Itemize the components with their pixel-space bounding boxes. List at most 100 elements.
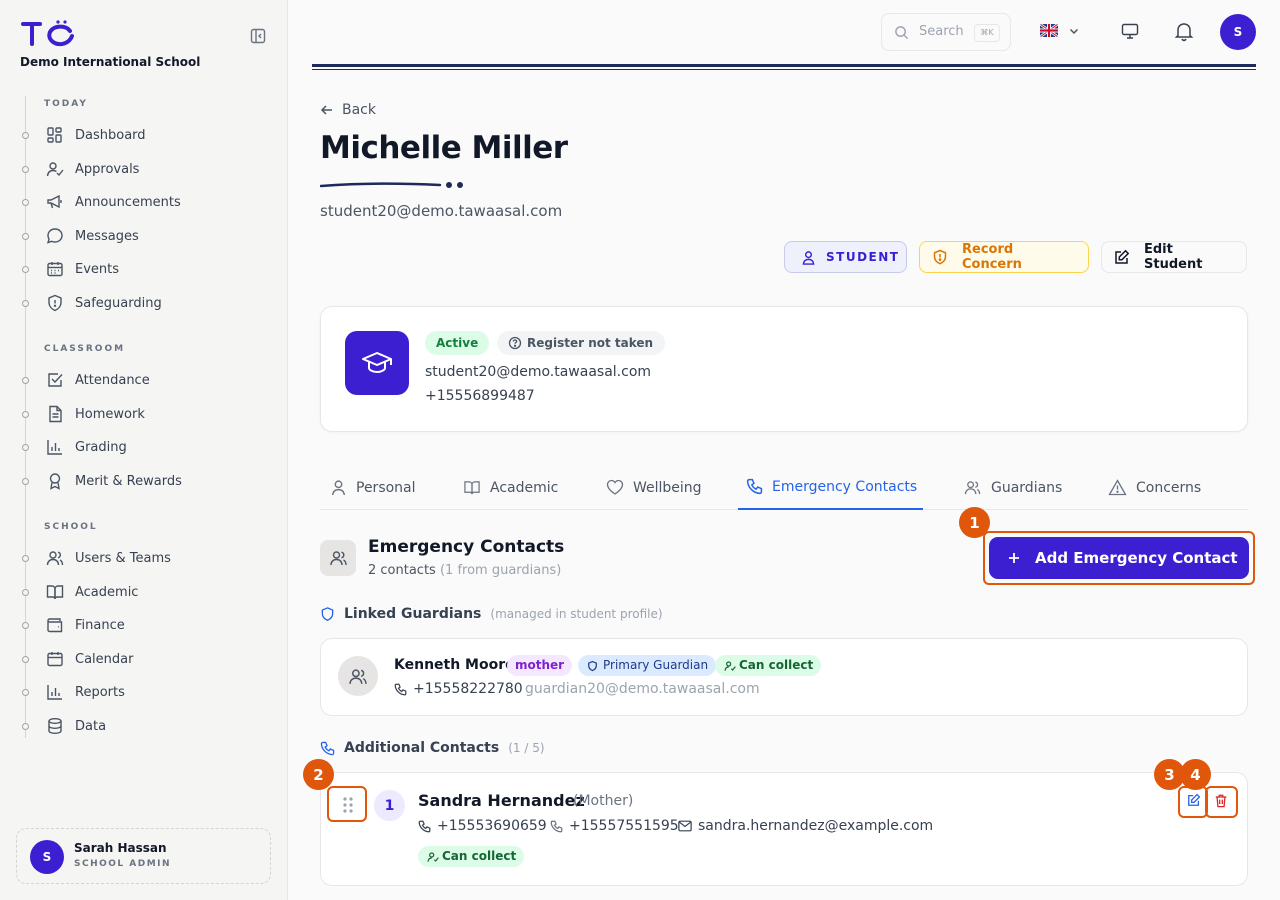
dashboard-icon	[46, 126, 64, 144]
sidebar-item-safeguarding[interactable]: Safeguarding	[22, 290, 262, 316]
arrow-left-icon	[320, 103, 334, 117]
section-label-today: TODAY	[44, 99, 88, 109]
annotation-marker-2: 2	[303, 759, 334, 790]
highlight-frame-3	[1178, 786, 1208, 818]
book-icon	[46, 583, 64, 601]
profile-tabs: Personal Academic Wellbeing Emergency Co…	[320, 465, 1248, 510]
users-icon	[963, 479, 982, 496]
monitor-icon[interactable]	[1120, 21, 1140, 41]
shield-alert-icon	[932, 249, 948, 265]
avatar: S	[30, 840, 64, 874]
school-name: Demo International School	[20, 55, 201, 69]
annotation-marker-1: 1	[959, 507, 990, 538]
uk-flag-icon	[1040, 24, 1058, 37]
help-circle-icon	[508, 336, 522, 350]
top-user-avatar[interactable]: S	[1220, 14, 1256, 50]
tab-academic[interactable]: Academic	[463, 465, 558, 510]
phone-icon	[394, 683, 407, 696]
tab-guardians[interactable]: Guardians	[963, 465, 1062, 510]
shield-icon	[587, 660, 598, 672]
page-subtitle-email: student20@demo.tawaasal.com	[320, 202, 563, 220]
sidebar-item-approvals[interactable]: Approvals	[22, 156, 262, 182]
sidebar-item-reports[interactable]: Reports	[22, 679, 262, 705]
sidebar-item-calendar[interactable]: Calendar	[22, 646, 262, 672]
user-name: Sarah Hassan	[74, 841, 167, 855]
highlight-frame-2	[327, 786, 367, 822]
shield-icon	[46, 294, 64, 312]
section-label-school: SCHOOL	[44, 522, 98, 532]
contact-order-number: 1	[374, 790, 405, 821]
sidebar-item-academic[interactable]: Academic	[22, 579, 262, 605]
current-user-card[interactable]: S Sarah Hassan SCHOOL ADMIN	[16, 828, 271, 884]
section-title: Emergency Contacts	[368, 537, 565, 557]
tab-emergency-contacts[interactable]: Emergency Contacts	[738, 465, 923, 510]
contact-name: Sandra Hernandez	[418, 791, 585, 810]
sidebar-item-attendance[interactable]: Attendance	[22, 367, 262, 393]
student-role-button[interactable]: STUDENT	[784, 241, 907, 273]
users-icon	[46, 549, 64, 567]
graduation-cap-icon	[345, 331, 409, 395]
search-input[interactable]: Search ⌘K	[881, 13, 1011, 51]
register-status-badge: Register not taken	[497, 331, 666, 355]
contact-relation: (Mother)	[573, 793, 634, 809]
sidebar-item-homework[interactable]: Homework	[22, 401, 262, 427]
contacts-section-icon	[320, 540, 356, 576]
back-link[interactable]: Back	[320, 102, 376, 118]
book-icon	[463, 479, 481, 496]
profile-email: student20@demo.tawaasal.com	[425, 364, 652, 380]
sidebar-item-data[interactable]: Data	[22, 713, 262, 739]
calendar-icon	[46, 650, 64, 668]
sidebar-item-dashboard[interactable]: Dashboard	[22, 122, 262, 148]
sidebar-collapse-icon[interactable]	[250, 28, 268, 46]
sidebar-item-users-teams[interactable]: Users & Teams	[22, 545, 262, 571]
phone-icon	[418, 820, 431, 833]
student-profile-card: Active Register not taken student20@demo…	[320, 306, 1248, 432]
bar-chart-icon	[46, 438, 64, 456]
guardian-name: Kenneth Moore	[394, 657, 515, 673]
emergency-contact-card: 1 Sandra Hernandez (Mother) +15553690659…	[320, 772, 1248, 886]
tab-concerns[interactable]: Concerns	[1108, 465, 1201, 510]
guardian-avatar	[338, 656, 378, 696]
heart-icon	[606, 479, 624, 496]
sidebar-item-events[interactable]: Events	[22, 256, 262, 282]
tab-wellbeing[interactable]: Wellbeing	[606, 465, 702, 510]
sidebar-item-messages[interactable]: Messages	[22, 223, 262, 249]
school-logo[interactable]	[20, 18, 74, 48]
header-divider	[312, 64, 1256, 67]
language-selector[interactable]	[1040, 24, 1080, 37]
tab-personal[interactable]: Personal	[330, 465, 416, 510]
can-collect-badge: Can collect	[715, 655, 822, 676]
search-icon	[894, 25, 909, 40]
guardian-phone: +15558222780	[394, 681, 523, 697]
user-check-icon	[427, 851, 439, 863]
status-badge: Active	[425, 331, 490, 355]
title-underline-decoration	[320, 180, 470, 190]
wallet-icon	[46, 616, 64, 634]
profile-phone: +15556899487	[425, 388, 535, 404]
record-concern-button[interactable]: Record Concern	[919, 241, 1089, 273]
sidebar-item-grading[interactable]: Grading	[22, 434, 262, 460]
notifications-bell-icon[interactable]	[1173, 20, 1195, 42]
database-icon	[46, 717, 64, 735]
section-label-classroom: CLASSROOM	[44, 344, 126, 354]
chevron-down-icon	[1068, 25, 1080, 37]
sidebar-item-announcements[interactable]: Announcements	[22, 189, 262, 215]
highlight-frame-1	[983, 531, 1255, 585]
phone-icon	[320, 741, 335, 756]
bar-chart-icon	[46, 683, 64, 701]
sidebar-item-finance[interactable]: Finance	[22, 612, 262, 638]
highlight-frame-4	[1205, 786, 1238, 818]
user-icon	[330, 479, 347, 496]
primary-guardian-badge: Primary Guardian	[578, 655, 717, 676]
sidebar-item-merit-rewards[interactable]: Merit & Rewards	[22, 468, 262, 494]
shield-icon	[320, 606, 335, 622]
user-icon	[801, 250, 816, 265]
search-shortcut: ⌘K	[974, 24, 1000, 42]
megaphone-icon	[46, 193, 64, 211]
edit-student-button[interactable]: Edit Student	[1101, 241, 1247, 273]
message-icon	[46, 227, 64, 245]
guardian-email: guardian20@demo.tawaasal.com	[525, 681, 760, 697]
can-collect-badge: Can collect	[418, 846, 525, 867]
page-title: Michelle Miller	[320, 130, 568, 166]
file-icon	[46, 405, 64, 423]
